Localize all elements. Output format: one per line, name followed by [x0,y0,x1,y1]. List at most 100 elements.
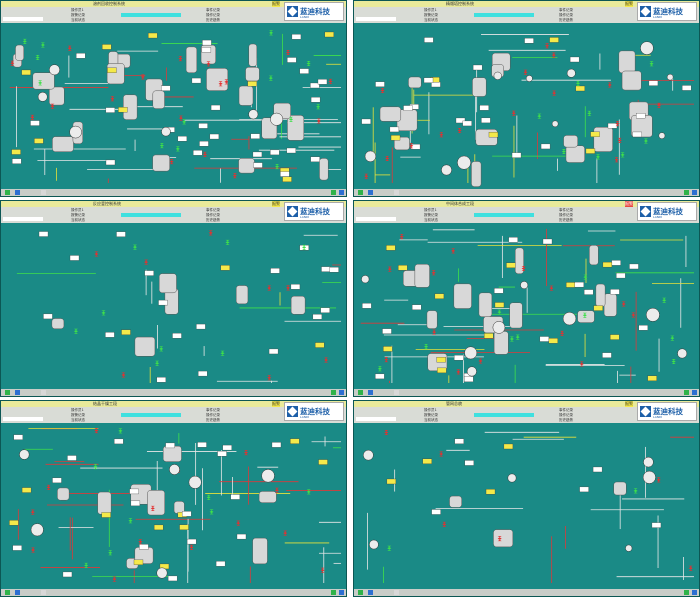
tag-value[interactable] [375,81,385,87]
valve-icon[interactable] [457,127,462,133]
tag-value[interactable] [13,434,23,440]
valve-icon[interactable] [169,159,174,165]
tag-value[interactable] [583,289,594,295]
tag-value[interactable] [286,147,296,154]
tag-value[interactable] [483,333,494,339]
pump-icon[interactable] [642,470,656,484]
tag-value[interactable] [102,44,112,50]
tag-value[interactable] [508,237,518,243]
valve-icon[interactable] [155,360,160,366]
tag-value[interactable] [611,260,621,266]
tag-value[interactable] [114,438,124,445]
tag-value[interactable] [11,149,21,155]
tag-value[interactable] [220,265,230,271]
vessel[interactable] [238,85,254,106]
pump-icon[interactable] [507,473,517,483]
footer-nav-icon[interactable] [41,190,46,195]
tag-value[interactable] [488,131,499,138]
tag-value[interactable] [222,444,232,451]
vessel[interactable] [449,495,462,508]
valve-icon[interactable] [384,430,389,436]
tag-value[interactable] [506,262,516,268]
tag-value[interactable] [648,80,659,86]
valve-icon[interactable] [385,155,390,161]
vessel[interactable] [593,126,613,152]
vessel[interactable] [97,491,112,515]
tag-value[interactable] [105,159,116,166]
tag-value[interactable] [610,289,620,295]
pump-icon[interactable] [188,475,202,489]
vessel[interactable] [414,263,430,288]
tag-value[interactable] [574,281,584,288]
valve-icon[interactable] [662,297,667,303]
valve-icon[interactable] [431,270,436,276]
tag-value[interactable] [424,37,434,43]
valve-icon[interactable] [22,38,27,44]
tag-value[interactable] [156,377,166,383]
vessel[interactable] [319,158,329,181]
footer-nav-icon[interactable] [358,390,363,395]
valve-icon[interactable] [244,450,249,456]
vessel[interactable] [106,63,125,85]
footer-nav-icon[interactable] [394,390,399,395]
tag-value[interactable] [34,138,44,144]
valve-icon[interactable] [387,266,392,272]
tag-value[interactable] [197,442,207,448]
vessel[interactable] [621,70,642,91]
tag-value[interactable] [593,305,603,311]
vessel[interactable] [290,295,306,315]
tag-value[interactable] [198,370,208,377]
tag-value[interactable] [382,328,392,334]
vessel[interactable] [577,310,595,323]
pump-icon[interactable] [551,120,559,128]
valve-icon[interactable] [328,78,333,84]
tag-value[interactable] [133,559,144,565]
tag-value[interactable] [485,489,496,495]
tag-value[interactable] [579,486,589,493]
tag-value[interactable] [280,171,290,177]
valve-icon[interactable] [545,43,550,49]
valve-icon[interactable] [583,274,588,280]
pump-icon[interactable] [625,544,633,552]
valve-icon[interactable] [451,248,456,254]
tag-value[interactable] [76,53,86,59]
vessel[interactable] [245,67,260,82]
tag-value[interactable] [177,136,188,142]
valve-icon[interactable] [478,358,483,364]
tag-value[interactable] [549,37,559,43]
valve-icon[interactable] [31,547,36,553]
tag-value[interactable] [290,284,301,290]
vessel[interactable] [252,537,268,565]
tag-value[interactable] [542,238,553,245]
pump-icon[interactable] [363,449,374,461]
pump-icon[interactable] [364,150,377,163]
valve-icon[interactable] [208,230,213,236]
tag-value[interactable] [321,266,331,272]
valve-icon[interactable] [656,477,661,483]
pump-icon[interactable] [520,281,529,290]
pump-icon[interactable] [361,275,370,284]
tag-value[interactable] [423,77,434,83]
valve-icon[interactable] [128,518,133,524]
tag-value[interactable] [116,231,126,237]
tag-value[interactable] [324,31,334,38]
vessel[interactable] [453,283,472,309]
tag-value[interactable] [236,533,247,540]
tag-value[interactable] [179,524,189,530]
tag-value[interactable] [247,81,257,87]
pump-icon[interactable] [69,125,82,139]
vessel[interactable] [248,43,258,67]
footer-nav-icon[interactable] [5,190,10,195]
vessel[interactable] [595,283,606,307]
tag-value[interactable] [12,158,22,164]
valve-icon[interactable] [621,301,626,307]
valve-icon[interactable] [306,60,311,66]
valve-icon[interactable] [286,49,291,55]
pump-icon[interactable] [169,464,180,475]
valve-icon[interactable] [649,61,654,67]
tag-value[interactable] [472,64,483,71]
valve-icon[interactable] [267,375,272,381]
valve-icon[interactable] [688,565,693,571]
tag-value[interactable] [161,85,171,91]
vessel[interactable] [472,77,487,97]
